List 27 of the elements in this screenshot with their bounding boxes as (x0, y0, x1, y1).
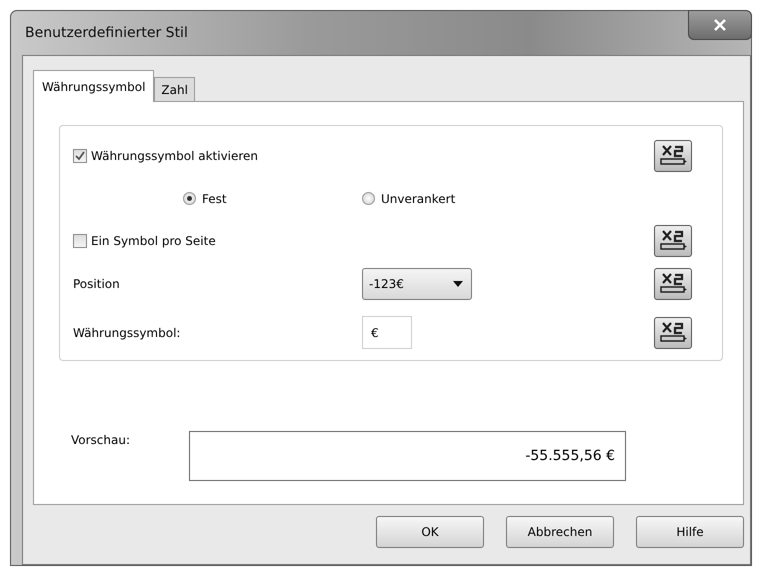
tab[interactable]: Währungssymbol (33, 70, 154, 102)
radio-button[interactable] (362, 192, 375, 206)
formula-button[interactable] (654, 316, 692, 349)
radio-button[interactable] (183, 192, 196, 206)
dialog-button[interactable]: OK (376, 516, 484, 548)
preview-label: Vorschau: (71, 432, 132, 447)
dialog-button[interactable]: Hilfe (636, 516, 744, 548)
checkbox-label: Ein Symbol pro Seite (91, 234, 216, 248)
field-label: Position (73, 276, 121, 294)
field-label: Währungssymbol: (73, 324, 182, 342)
checkbox[interactable] (73, 149, 87, 164)
position-dropdown[interactable]: -123€ (362, 268, 472, 300)
close-button[interactable] (688, 10, 752, 40)
radio-label: Unverankert (381, 192, 456, 206)
close-icon (713, 19, 727, 31)
preview-field: -55.555,56 € (189, 431, 626, 481)
formula-button[interactable] (654, 225, 692, 258)
input-field[interactable]: € (362, 316, 412, 350)
formula-button[interactable] (654, 140, 692, 172)
tab[interactable]: Zahl (154, 77, 195, 101)
checkbox-label: Währungssymbol aktivieren (91, 149, 258, 164)
dialog-button[interactable]: Abbrechen (506, 516, 614, 548)
radio-label: Fest (202, 192, 227, 206)
checkbox[interactable] (73, 234, 87, 248)
window-title: Benutzerdefinierter Stil (25, 25, 188, 41)
formula-button[interactable] (654, 268, 692, 300)
caret-icon (453, 281, 463, 288)
